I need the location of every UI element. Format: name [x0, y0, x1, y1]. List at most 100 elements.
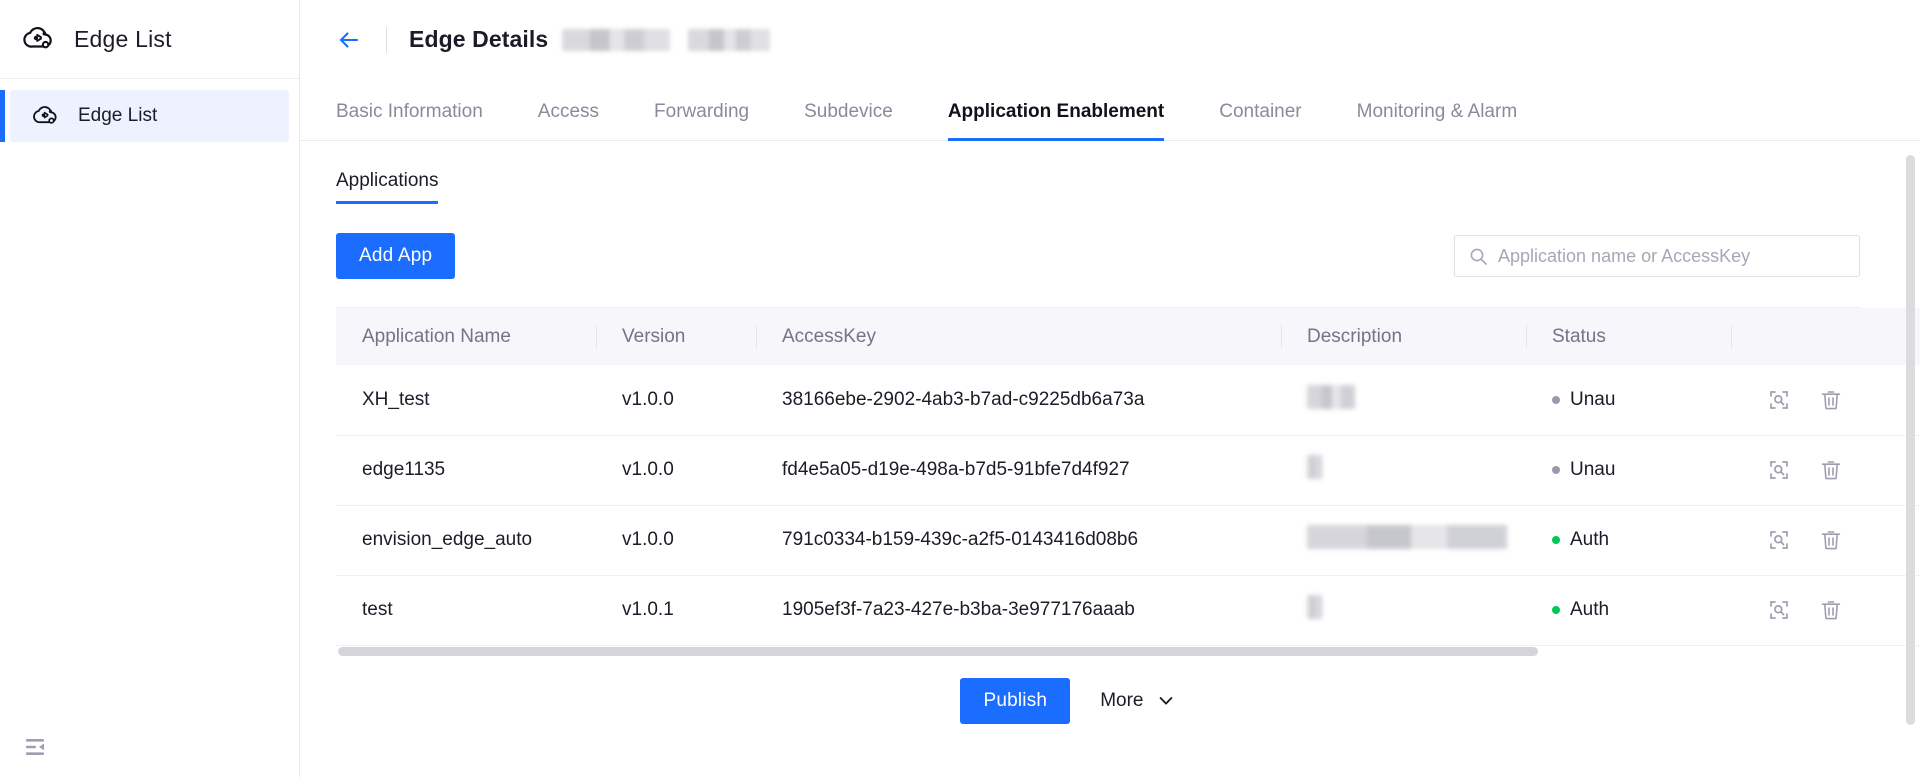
cell-version: v1.0.0 — [596, 365, 756, 436]
column-header-actions — [1731, 308, 1920, 365]
status-dot-icon — [1552, 536, 1560, 544]
search-icon — [1469, 247, 1488, 266]
tab-forwarding[interactable]: Forwarding — [654, 101, 749, 140]
table-row[interactable]: XH_test v1.0.0 38166ebe-2902-4ab3-b7ad-c… — [336, 365, 1920, 436]
trash-icon[interactable] — [1819, 388, 1843, 412]
page-title: Edge Details — [409, 26, 549, 52]
applications-table-wrapper: Application Name Version AccessKey Descr… — [336, 307, 1920, 656]
more-button[interactable]: More — [1100, 690, 1175, 712]
cell-accesskey: 791c0334-b159-439c-a2f5-0143416d08b6 — [756, 505, 1281, 576]
page-header: Edge Details — [300, 0, 1920, 79]
column-header-status[interactable]: Status — [1526, 308, 1731, 365]
table-row[interactable]: test v1.0.1 1905ef3f-7a23-427e-b3ba-3e97… — [336, 575, 1920, 646]
edge-cloud-icon — [32, 102, 60, 130]
status-badge: Auth — [1552, 529, 1731, 551]
arrow-left-icon[interactable] — [336, 27, 362, 53]
view-detail-icon[interactable] — [1767, 598, 1791, 622]
redacted-device-id — [688, 28, 771, 51]
add-app-button[interactable]: Add App — [336, 233, 456, 279]
column-header-accesskey[interactable]: AccessKey — [756, 308, 1281, 365]
cell-actions — [1731, 365, 1920, 436]
view-detail-icon[interactable] — [1767, 458, 1791, 482]
app-root: Edge List Edge List Edge Details Basic I… — [0, 0, 1920, 777]
edge-cloud-icon — [22, 22, 56, 56]
cell-version: v1.0.0 — [596, 435, 756, 506]
redacted-description — [1307, 455, 1322, 479]
search-box[interactable] — [1454, 235, 1860, 277]
status-badge: Unau — [1552, 389, 1731, 411]
cell-description — [1281, 435, 1526, 506]
content-area: Applications Add App Application name or… — [300, 141, 1920, 724]
trash-icon[interactable] — [1819, 598, 1843, 622]
cell-description — [1281, 365, 1526, 436]
trash-icon[interactable] — [1819, 528, 1843, 552]
redacted-device-name — [562, 28, 671, 51]
table-head: Application Name Version AccessKey Descr… — [336, 308, 1920, 365]
cell-accesskey: 1905ef3f-7a23-427e-b3ba-3e977176aaab — [756, 575, 1281, 646]
table-row[interactable]: envision_edge_auto v1.0.0 791c0334-b159-… — [336, 505, 1920, 576]
tab-basic-information[interactable]: Basic Information — [336, 101, 483, 140]
redacted-description — [1307, 384, 1355, 409]
cell-status: Unau — [1526, 365, 1731, 436]
column-header-description[interactable]: Description — [1281, 308, 1526, 365]
search-input[interactable] — [1498, 245, 1845, 267]
tab-container[interactable]: Container — [1219, 101, 1301, 140]
chevron-down-icon — [1156, 691, 1176, 711]
row-actions — [1757, 598, 1920, 622]
main-content: Edge Details Basic Information Access Fo… — [300, 0, 1920, 777]
cell-status: Auth — [1526, 575, 1731, 646]
status-badge: Auth — [1552, 599, 1731, 621]
status-label: Unau — [1570, 388, 1616, 410]
status-label: Unau — [1570, 459, 1616, 480]
cell-application-name: envision_edge_auto — [336, 505, 596, 576]
cell-application-name: XH_test — [336, 365, 596, 436]
sidebar-item-edge-list[interactable]: Edge List — [0, 90, 289, 142]
tab-application-enablement[interactable]: Application Enablement — [947, 101, 1165, 141]
status-dot-icon — [1552, 606, 1560, 614]
tab-bar: Basic Information Access Forwarding Subd… — [300, 79, 1920, 141]
table-scrollbar-thumb[interactable] — [338, 646, 1538, 656]
table-horizontal-scrollbar[interactable] — [336, 646, 1860, 656]
row-actions — [1757, 458, 1920, 482]
cell-description — [1281, 575, 1526, 646]
redacted-description — [1307, 525, 1507, 549]
subtab-applications[interactable]: Applications — [336, 170, 439, 204]
header-divider — [386, 26, 387, 53]
cell-accesskey: 38166ebe-2902-4ab3-b7ad-c9225db6a73a — [756, 365, 1281, 436]
cell-accesskey: fd4e5a05-d19e-498a-b7d5-91bfe7d4f927 — [756, 435, 1281, 506]
row-actions — [1757, 388, 1920, 412]
subtab-bar: Applications — [336, 141, 1920, 204]
view-detail-icon[interactable] — [1767, 388, 1791, 412]
table-body: XH_test v1.0.0 38166ebe-2902-4ab3-b7ad-c… — [336, 365, 1920, 646]
cell-application-name: test — [336, 575, 596, 646]
sidebar-title: Edge List — [74, 25, 172, 52]
table-row[interactable]: edge1135 v1.0.0 fd4e5a05-d19e-498a-b7d5-… — [336, 435, 1920, 506]
status-label: Auth — [1570, 599, 1610, 620]
status-badge: Unau — [1552, 459, 1731, 481]
column-header-application-name[interactable]: Application Name — [336, 308, 596, 365]
row-actions — [1757, 528, 1920, 552]
more-label: More — [1100, 689, 1144, 711]
view-detail-icon[interactable] — [1767, 528, 1791, 552]
sidebar-collapse-icon[interactable] — [22, 733, 50, 761]
cell-version: v1.0.1 — [596, 575, 756, 646]
publish-button[interactable]: Publish — [960, 677, 1071, 724]
cell-actions — [1731, 505, 1920, 576]
cell-status: Auth — [1526, 505, 1731, 576]
status-dot-icon — [1552, 395, 1560, 404]
cell-version: v1.0.0 — [596, 505, 756, 576]
sidebar-nav: Edge List — [0, 79, 299, 142]
trash-icon[interactable] — [1819, 458, 1843, 482]
cell-application-name: edge1135 — [336, 435, 596, 506]
sidebar-header: Edge List — [0, 0, 299, 79]
active-indicator-bar — [0, 90, 5, 142]
tab-monitoring-alarm[interactable]: Monitoring & Alarm — [1357, 101, 1518, 140]
cell-actions — [1731, 575, 1920, 646]
tab-subdevice[interactable]: Subdevice — [804, 101, 893, 140]
tab-access[interactable]: Access — [538, 101, 599, 140]
column-header-version[interactable]: Version — [596, 308, 756, 365]
table-header-row: Application Name Version AccessKey Descr… — [336, 308, 1920, 365]
cell-actions — [1731, 435, 1920, 506]
page-scrollbar[interactable] — [1906, 155, 1915, 725]
cell-description — [1281, 505, 1526, 576]
